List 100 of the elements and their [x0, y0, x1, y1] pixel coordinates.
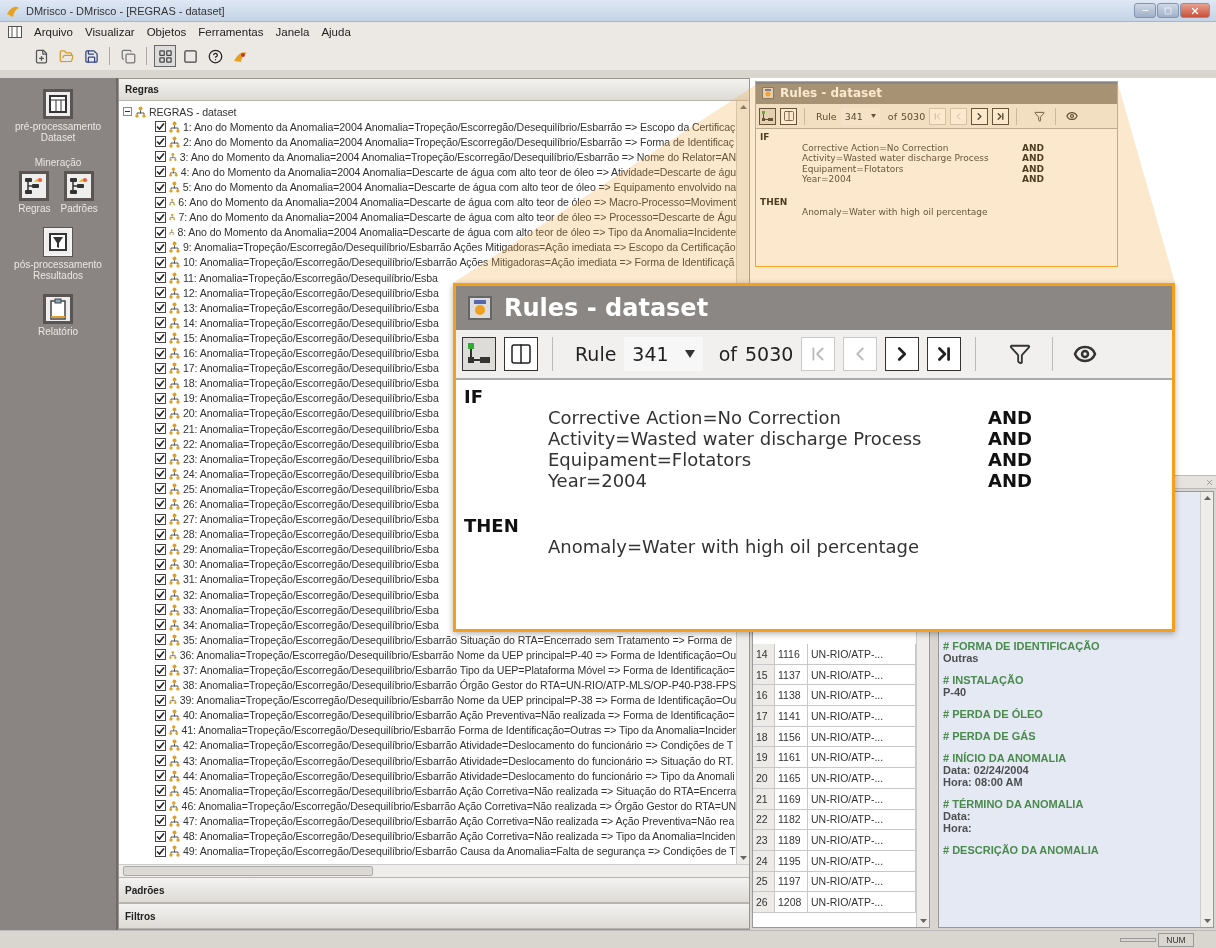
rule-item[interactable]: 23: Anomalia=Tropeção/Escorregão/Desequilíbrio/Esba: [183, 452, 439, 465]
window-menu-icon[interactable]: [8, 26, 22, 38]
checkbox[interactable]: [155, 226, 166, 238]
scroll-down-icon[interactable]: [919, 919, 927, 923]
last-rule-button[interactable]: [992, 107, 1010, 125]
checkbox[interactable]: [155, 785, 166, 797]
checkbox[interactable]: [155, 528, 166, 540]
next-rule-button[interactable]: [885, 337, 920, 371]
rule-item[interactable]: 9: Anomalia=Tropeção/Escorregão/Desequilíbrio/Esbarrão Ações Mitigadoras=Ação imediata => Escopo da Certificação: [183, 241, 736, 254]
scroll-up-icon[interactable]: [739, 105, 747, 109]
menu-item[interactable]: Ferramentas: [198, 26, 264, 38]
scroll-up-icon[interactable]: [1203, 496, 1211, 500]
rule-item[interactable]: 30: Anomalia=Tropeção/Escorregão/Desequilíbrio/Esba: [183, 558, 439, 571]
rule-item[interactable]: 33: Anomalia=Tropeção/Escorregão/Desequilíbrio/Esba: [183, 603, 439, 616]
tile-button[interactable]: [154, 45, 176, 67]
rule-item[interactable]: 5: Ano do Momento da Anomalia=2004 Anomalia=Descarte de água com alto teor de óleo => Equipamento envolvido na: [182, 181, 736, 193]
checkbox[interactable]: [155, 438, 166, 450]
rule-item[interactable]: 1: Ano do Momento da Anomalia=2004 Anomalia=Tropeção/Escorregão/Desequilíbrio/Esbarrão => Escopo da Certificaç: [183, 120, 736, 133]
checkbox[interactable]: [155, 513, 166, 525]
checkbox[interactable]: [155, 619, 166, 631]
checkbox[interactable]: [155, 211, 166, 223]
rule-item[interactable]: 37: Anomalia=Tropeção/Escorregão/Desequilíbrio/Esbarrão Tipo da UEP=Plataforma Móvel => Forma de Identificação=: [183, 664, 735, 676]
rule-item[interactable]: 7: Ano do Momento da Anomalia=2004 Anomalia=Descarte de água com alto teor de óleo => Processo=Descarte de Águ: [178, 211, 736, 224]
rule-item[interactable]: 44: Anomalia=Tropeção/Escorregão/Desequilíbrio/Esbarrão Atividade=Deslocamento do funcionário => Tipo da Anomali: [183, 769, 735, 782]
rule-item[interactable]: 42: Anomalia=Tropeção/Escorregão/Desequilíbrio/Esbarrão Atividade=Deslocamento do funcionário => Condições de T: [183, 739, 734, 752]
rule-number-dropdown[interactable]: 341: [624, 337, 703, 371]
scroll-down-icon[interactable]: [739, 856, 747, 860]
checkbox[interactable]: [155, 815, 166, 827]
checkbox[interactable]: [155, 483, 166, 495]
checkbox[interactable]: [155, 362, 166, 374]
rule-item[interactable]: 22: Anomalia=Tropeção/Escorregão/Desequilíbrio/Esba: [183, 437, 439, 450]
rule-item[interactable]: 14: Anomalia=Tropeção/Escorregão/Desequilíbrio/Esba: [183, 316, 439, 329]
checkbox[interactable]: [155, 679, 166, 691]
checkbox[interactable]: [155, 453, 166, 465]
rule-item[interactable]: 43: Anomalia=Tropeção/Escorregão/Desequilíbrio/Esbarrão Atividade=Deslocamento do funcionário => Situação do RT.: [183, 754, 734, 767]
checkbox[interactable]: [155, 498, 166, 510]
checkbox[interactable]: [155, 649, 166, 661]
checkbox[interactable]: [155, 770, 166, 782]
checkbox[interactable]: [155, 709, 166, 721]
close-button[interactable]: [1180, 3, 1210, 18]
scroll-down-icon[interactable]: [1203, 919, 1211, 923]
rule-item[interactable]: 26: Anomalia=Tropeção/Escorregão/Desequilíbrio/Esba: [183, 498, 439, 510]
checkbox[interactable]: [155, 347, 166, 359]
checkbox[interactable]: [155, 121, 166, 133]
rule-item[interactable]: 31: Anomalia=Tropeção/Escorregão/Desequilíbrio/Esba: [183, 573, 439, 586]
last-rule-button[interactable]: [927, 337, 962, 371]
panel-header[interactable]: Filtros: [119, 903, 749, 929]
tree-view-button[interactable]: [759, 107, 776, 125]
checkbox[interactable]: [155, 166, 166, 178]
rule-item[interactable]: 21: Anomalia=Tropeção/Escorregão/Desequilíbrio/Esba: [183, 422, 439, 435]
rule-number-dropdown[interactable]: 341: [840, 107, 880, 125]
next-rule-button[interactable]: [971, 107, 989, 125]
tree-root-label[interactable]: REGRAS - dataset: [149, 105, 237, 118]
checkbox[interactable]: [155, 724, 166, 736]
rule-item[interactable]: 34: Anomalia=Tropeção/Escorregão/Desequilíbrio/Esba: [183, 618, 439, 631]
rule-item[interactable]: 36: Anomalia=Tropeção/Escorregão/Desequilíbrio/Esbarrão Nome da UEP principal=P-40 => Forma de Identificação=Ou: [179, 648, 736, 661]
rule-item[interactable]: 49: Anomalia=Tropeção/Escorregão/Desequilíbrio/Esbarrão Causa da Anomalia=Falta de segurança => Condições de T: [183, 845, 736, 858]
checkbox[interactable]: [155, 830, 166, 842]
grid-view-button[interactable]: [504, 337, 538, 371]
checkbox[interactable]: [155, 332, 166, 344]
checkbox[interactable]: [155, 151, 166, 163]
rule-item[interactable]: 41: Anomalia=Tropeção/Escorregão/Desequilíbrio/Esbarrão Forma de Identificação=Outras => Tipo da Anomalia=Incider: [181, 724, 736, 737]
rule-item[interactable]: 19: Anomalia=Tropeção/Escorregão/Desequilíbrio/Esba: [183, 392, 439, 405]
checkbox[interactable]: [155, 740, 166, 751]
checkbox[interactable]: [155, 800, 166, 812]
checkbox[interactable]: [155, 241, 166, 253]
rule-item[interactable]: 3: Ano do Momento da Anomalia=2004 Anomalia=Tropeção/Escorregão/Desequilíbrio/Esbarrão => Nome do Relator=AN: [179, 150, 736, 163]
checkbox[interactable]: [155, 664, 166, 676]
rule-item[interactable]: 24: Anomalia=Tropeção/Escorregão/Desequilíbrio/Esba: [183, 467, 439, 480]
menu-item[interactable]: Arquivo: [34, 26, 73, 38]
rule-item[interactable]: 11: Anomalia=Tropeção/Escorregão/Desequilíbrio/Esba: [183, 271, 438, 284]
rule-item[interactable]: 32: Anomalia=Tropeção/Escorregão/Desequilíbrio/Esba: [183, 588, 439, 601]
horizontal-scrollbar[interactable]: [119, 864, 749, 877]
rule-item[interactable]: 38: Anomalia=Tropeção/Escorregão/Desequilíbrio/Esbarrão Órgão Gestor do RTA=UN-RIO/ATP-MLS/OP-P40-P38-FPS: [182, 679, 736, 692]
checkbox[interactable]: [155, 287, 166, 299]
rule-item[interactable]: 47: Anomalia=Tropeção/Escorregão/Desequilíbrio/Esbarrão Ação Corretiva=Não realizada => Ação Preventiva=Não rea: [183, 814, 735, 827]
checkbox[interactable]: [155, 845, 166, 857]
menu-item[interactable]: Visualizar: [85, 26, 135, 38]
rule-item[interactable]: 25: Anomalia=Tropeção/Escorregão/Desequilíbrio/Esba: [183, 482, 439, 495]
rule-item[interactable]: 4: Ano do Momento da Anomalia=2004 Anomalia=Descarte de água com alto teor de óleo => Atividade=Descarte de águ: [180, 165, 736, 178]
rule-item[interactable]: 39: Anomalia=Tropeção/Escorregão/Desequilíbrio/Esbarrão Nome da UEP principal=P-38 => Forma de Identificação=Ou: [179, 694, 736, 707]
checkbox[interactable]: [155, 604, 166, 616]
rule-item[interactable]: 46: Anomalia=Tropeção/Escorregão/Desequilíbrio/Esbarrão Ação Corretiva=Não realizada => Órgão Gestor do RTA=UN: [181, 799, 736, 812]
checkbox[interactable]: [155, 317, 166, 329]
rule-item[interactable]: 48: Anomalia=Tropeção/Escorregão/Desequilíbrio/Esbarrão Ação Corretiva=Não realizada => Tipo da Anomalia=Inciden: [183, 830, 736, 843]
panel-header[interactable]: Padrões: [119, 877, 749, 903]
rule-item[interactable]: 12: Anomalia=Tropeção/Escorregão/Desequilíbrio/Esba: [183, 286, 439, 299]
grid-view-button[interactable]: [780, 107, 797, 125]
checkbox[interactable]: [155, 181, 166, 193]
rule-item[interactable]: 15: Anomalia=Tropeção/Escorregão/Desequilíbrio/Esba: [183, 331, 439, 344]
rule-item[interactable]: 20: Anomalia=Tropeção/Escorregão/Desequilíbrio/Esba: [183, 407, 439, 420]
rule-item[interactable]: 17: Anomalia=Tropeção/Escorregão/Desequilíbrio/Esba: [183, 362, 439, 375]
checkbox[interactable]: [155, 634, 166, 646]
collapse-icon[interactable]: [123, 107, 132, 117]
checkbox[interactable]: [155, 272, 166, 284]
checkbox[interactable]: [155, 694, 166, 706]
rule-item[interactable]: 10: Anomalia=Tropeção/Escorregão/Desequilíbrio/Esbarrão Ações Mitigadoras=Ação imediata => Forma de Identificaçã: [183, 256, 735, 269]
menu-item[interactable]: Objetos: [146, 26, 187, 38]
checkbox[interactable]: [155, 136, 166, 148]
rule-item[interactable]: 18: Anomalia=Tropeção/Escorregão/Desequilíbrio/Esba: [183, 377, 439, 390]
